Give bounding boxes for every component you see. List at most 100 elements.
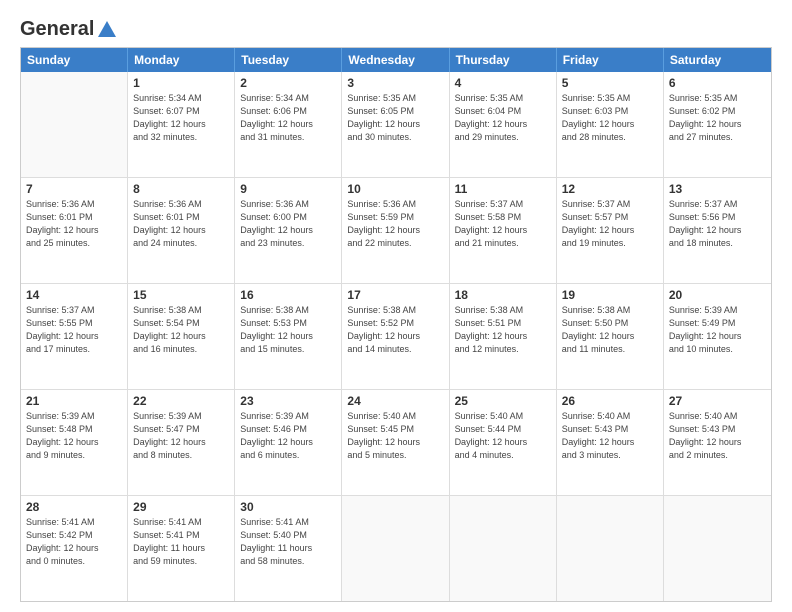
day-number: 4: [455, 76, 551, 90]
cal-cell: 29 Sunrise: 5:41 AM Sunset: 5:41 PM Dayli…: [128, 496, 235, 601]
cal-cell: 26 Sunrise: 5:40 AM Sunset: 5:43 PM Dayli…: [557, 390, 664, 495]
cal-row-5: 28Sunrise: 5:41 AM Sunset: 5:42 PM Dayli…: [21, 496, 771, 601]
cell-info: Sunrise: 5:35 AM Sunset: 6:05 PM Dayligh…: [347, 92, 443, 144]
day-number: 19: [562, 288, 658, 302]
cal-cell: 8 Sunrise: 5:36 AM Sunset: 6:01 PM Daylig…: [128, 178, 235, 283]
calendar: SundayMondayTuesdayWednesdayThursdayFrid…: [20, 47, 772, 602]
cal-cell: [557, 496, 664, 601]
cell-info: Sunrise: 5:40 AM Sunset: 5:45 PM Dayligh…: [347, 410, 443, 462]
page: General SundayMondayTuesdayWednesdayThur…: [0, 0, 792, 612]
day-number: 15: [133, 288, 229, 302]
day-number: 8: [133, 182, 229, 196]
cell-info: Sunrise: 5:40 AM Sunset: 5:43 PM Dayligh…: [669, 410, 766, 462]
day-number: 22: [133, 394, 229, 408]
cell-info: Sunrise: 5:39 AM Sunset: 5:46 PM Dayligh…: [240, 410, 336, 462]
day-number: 17: [347, 288, 443, 302]
cal-cell: 24Sunrise: 5:40 AM Sunset: 5:45 PM Dayli…: [342, 390, 449, 495]
header-day-sunday: Sunday: [21, 48, 128, 72]
cell-info: Sunrise: 5:35 AM Sunset: 6:04 PM Dayligh…: [455, 92, 551, 144]
day-number: 28: [26, 500, 122, 514]
cal-cell: 23 Sunrise: 5:39 AM Sunset: 5:46 PM Dayli…: [235, 390, 342, 495]
day-number: 10: [347, 182, 443, 196]
day-number: 11: [455, 182, 551, 196]
cell-info: Sunrise: 5:35 AM Sunset: 6:02 PM Dayligh…: [669, 92, 766, 144]
day-number: 21: [26, 394, 122, 408]
day-number: 12: [562, 182, 658, 196]
day-number: 1: [133, 76, 229, 90]
cal-cell: 22 Sunrise: 5:39 AM Sunset: 5:47 PM Dayli…: [128, 390, 235, 495]
cell-info: Sunrise: 5:36 AM Sunset: 6:01 PM Dayligh…: [133, 198, 229, 250]
day-number: 2: [240, 76, 336, 90]
calendar-body: 1 Sunrise: 5:34 AM Sunset: 6:07 PM Daylig…: [21, 72, 771, 601]
day-number: 29: [133, 500, 229, 514]
cal-cell: [664, 496, 771, 601]
cal-cell: 17 Sunrise: 5:38 AM Sunset: 5:52 PM Dayli…: [342, 284, 449, 389]
cal-cell: 5 Sunrise: 5:35 AM Sunset: 6:03 PM Daylig…: [557, 72, 664, 177]
cal-cell: 4 Sunrise: 5:35 AM Sunset: 6:04 PM Daylig…: [450, 72, 557, 177]
day-number: 9: [240, 182, 336, 196]
cell-info: Sunrise: 5:36 AM Sunset: 6:00 PM Dayligh…: [240, 198, 336, 250]
cell-info: Sunrise: 5:34 AM Sunset: 6:07 PM Dayligh…: [133, 92, 229, 144]
cell-info: Sunrise: 5:38 AM Sunset: 5:53 PM Dayligh…: [240, 304, 336, 356]
day-number: 3: [347, 76, 443, 90]
cell-info: Sunrise: 5:41 AM Sunset: 5:40 PM Dayligh…: [240, 516, 336, 568]
cal-cell: 28Sunrise: 5:41 AM Sunset: 5:42 PM Dayli…: [21, 496, 128, 601]
cal-cell: 14Sunrise: 5:37 AM Sunset: 5:55 PM Dayli…: [21, 284, 128, 389]
cal-cell: 6Sunrise: 5:35 AM Sunset: 6:02 PM Daylig…: [664, 72, 771, 177]
cal-cell: 7Sunrise: 5:36 AM Sunset: 6:01 PM Daylig…: [21, 178, 128, 283]
cal-cell: 15 Sunrise: 5:38 AM Sunset: 5:54 PM Dayli…: [128, 284, 235, 389]
cal-row-3: 14Sunrise: 5:37 AM Sunset: 5:55 PM Dayli…: [21, 284, 771, 390]
cell-info: Sunrise: 5:39 AM Sunset: 5:47 PM Dayligh…: [133, 410, 229, 462]
cal-cell: 11 Sunrise: 5:37 AM Sunset: 5:58 PM Dayli…: [450, 178, 557, 283]
logo: General: [20, 18, 118, 39]
header-day-monday: Monday: [128, 48, 235, 72]
cell-info: Sunrise: 5:37 AM Sunset: 5:56 PM Dayligh…: [669, 198, 766, 250]
cal-cell: 18Sunrise: 5:38 AM Sunset: 5:51 PM Dayli…: [450, 284, 557, 389]
day-number: 30: [240, 500, 336, 514]
day-number: 23: [240, 394, 336, 408]
day-number: 13: [669, 182, 766, 196]
cell-info: Sunrise: 5:38 AM Sunset: 5:54 PM Dayligh…: [133, 304, 229, 356]
cal-cell: 25 Sunrise: 5:40 AM Sunset: 5:44 PM Dayli…: [450, 390, 557, 495]
header-day-tuesday: Tuesday: [235, 48, 342, 72]
cell-info: Sunrise: 5:34 AM Sunset: 6:06 PM Dayligh…: [240, 92, 336, 144]
cal-cell: [342, 496, 449, 601]
cal-row-2: 7Sunrise: 5:36 AM Sunset: 6:01 PM Daylig…: [21, 178, 771, 284]
cal-row-4: 21 Sunrise: 5:39 AM Sunset: 5:48 PM Dayli…: [21, 390, 771, 496]
cal-cell: 9 Sunrise: 5:36 AM Sunset: 6:00 PM Daylig…: [235, 178, 342, 283]
cell-info: Sunrise: 5:37 AM Sunset: 5:58 PM Dayligh…: [455, 198, 551, 250]
day-number: 18: [455, 288, 551, 302]
cell-info: Sunrise: 5:39 AM Sunset: 5:49 PM Dayligh…: [669, 304, 766, 356]
header: General: [20, 18, 772, 39]
cal-cell: [21, 72, 128, 177]
logo-icon: [96, 19, 118, 41]
day-number: 25: [455, 394, 551, 408]
cal-cell: [450, 496, 557, 601]
cal-cell: 19Sunrise: 5:38 AM Sunset: 5:50 PM Dayli…: [557, 284, 664, 389]
cal-cell: 20Sunrise: 5:39 AM Sunset: 5:49 PM Dayli…: [664, 284, 771, 389]
cell-info: Sunrise: 5:37 AM Sunset: 5:57 PM Dayligh…: [562, 198, 658, 250]
cell-info: Sunrise: 5:35 AM Sunset: 6:03 PM Dayligh…: [562, 92, 658, 144]
cal-cell: 27 Sunrise: 5:40 AM Sunset: 5:43 PM Dayli…: [664, 390, 771, 495]
cell-info: Sunrise: 5:38 AM Sunset: 5:52 PM Dayligh…: [347, 304, 443, 356]
cell-info: Sunrise: 5:41 AM Sunset: 5:41 PM Dayligh…: [133, 516, 229, 568]
cell-info: Sunrise: 5:36 AM Sunset: 5:59 PM Dayligh…: [347, 198, 443, 250]
cell-info: Sunrise: 5:40 AM Sunset: 5:43 PM Dayligh…: [562, 410, 658, 462]
cell-info: Sunrise: 5:39 AM Sunset: 5:48 PM Dayligh…: [26, 410, 122, 462]
day-number: 26: [562, 394, 658, 408]
cal-row-1: 1 Sunrise: 5:34 AM Sunset: 6:07 PM Daylig…: [21, 72, 771, 178]
header-day-wednesday: Wednesday: [342, 48, 449, 72]
cal-cell: 21 Sunrise: 5:39 AM Sunset: 5:48 PM Dayli…: [21, 390, 128, 495]
day-number: 5: [562, 76, 658, 90]
cell-info: Sunrise: 5:40 AM Sunset: 5:44 PM Dayligh…: [455, 410, 551, 462]
day-number: 16: [240, 288, 336, 302]
header-day-saturday: Saturday: [664, 48, 771, 72]
cal-cell: 13 Sunrise: 5:37 AM Sunset: 5:56 PM Dayli…: [664, 178, 771, 283]
header-day-friday: Friday: [557, 48, 664, 72]
cal-cell: 10 Sunrise: 5:36 AM Sunset: 5:59 PM Dayli…: [342, 178, 449, 283]
cal-cell: 12 Sunrise: 5:37 AM Sunset: 5:57 PM Dayli…: [557, 178, 664, 283]
day-number: 14: [26, 288, 122, 302]
day-number: 27: [669, 394, 766, 408]
logo-text: General: [20, 18, 94, 41]
header-day-thursday: Thursday: [450, 48, 557, 72]
